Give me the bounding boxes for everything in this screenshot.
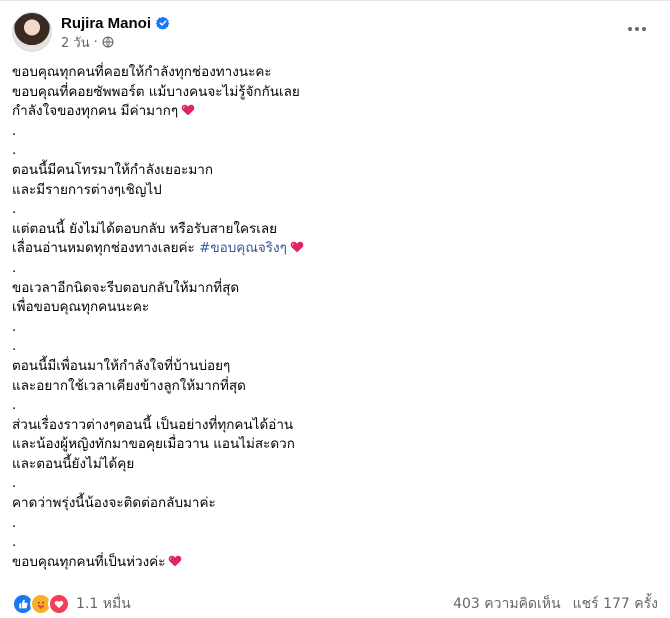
separator-dot: · [93,34,98,50]
post-timestamp[interactable]: 2 วัน [61,32,90,53]
more-dot-icon [642,27,646,31]
post-body-line: . [12,337,652,357]
post-body-text: . [12,122,17,139]
post-body-text: และตอนนี้ยังไม่ได้คุย [12,455,135,472]
post-body-text: . [12,397,17,414]
post-body-text: ส่วนเรื่องราวต่างๆตอนนี้ เป็นอย่างที่ทุก… [12,416,294,433]
more-dot-icon [635,27,639,31]
post-sub-row: 2 วัน · [61,33,170,51]
post-body-text: ตอนนี้มีคนโทรมาให้กำลังเยอะมาก [12,161,214,178]
share-count-link[interactable]: แชร์ 177 ครั้ง [573,593,658,615]
post-body-line: . [12,141,652,161]
post-body-text: ขอเวลาอีกนิดจะรีบตอบกลับให้มากที่สุด [12,279,240,296]
post-body-line: และตอนนี้ยังไม่ได้คุย [12,455,652,475]
post-body-line: . [12,318,652,338]
heart-emoji-icon [168,554,182,567]
post-body-text: ตอนนี้มีเพื่อนมาให้กำลังใจที่บ้านบ่อยๆ [12,357,231,374]
post-body-line: . [12,200,652,220]
post-body-line: . [12,474,652,494]
post-header: Rujira Manoi 2 วัน · [12,11,170,53]
post-body: ขอบคุณทุกคนที่คอยให้กำลังทุกช่องทางนะคะข… [12,63,652,572]
post-body-text: และอยากใช้เวลาเคียงข้างลูกให้มากที่สุด [12,377,246,394]
post-body-line: ขอบคุณทุกคนที่เป็นห่วงค่ะ [12,553,652,573]
post-body-line: . [12,259,652,279]
post-body-text: และมีรายการต่างๆเชิญไป [12,181,162,198]
post-footer: 1.1 หมื่น 403 ความคิดเห็น แชร์ 177 ครั้ง [12,593,658,615]
post-body-line: เลื่อนอ่านหมดทุกช่องทางเลยค่ะ #ขอบคุณจริ… [12,239,652,259]
post-body-line: เพื่อขอบคุณทุกคนนะคะ [12,298,652,318]
post-body-text: . [12,318,17,335]
post-body-line: ขอบคุณทุกคนที่คอยให้กำลังทุกช่องทางนะคะ [12,63,652,83]
post-body-line: . [12,514,652,534]
post-card: Rujira Manoi 2 วัน · ขอบคุณทุกคนที่คอยให… [0,0,670,618]
post-body-text: เลื่อนอ่านหมดทุกช่องทางเลยค่ะ [12,240,195,257]
globe-icon[interactable] [102,36,114,48]
post-body-line: . [12,122,652,142]
post-body-line: ส่วนเรื่องราวต่างๆตอนนี้ เป็นอย่างที่ทุก… [12,416,652,436]
heart-emoji-icon [290,240,304,253]
post-body-line: . [12,396,652,416]
post-body-text: กำลังใจของทุกคน มีค่ามากๆ [12,103,179,120]
verified-badge-icon [156,16,170,30]
post-body-text: . [12,201,17,218]
engagement-counts: 403 ความคิดเห็น แชร์ 177 ครั้ง [453,593,658,615]
hashtag-link[interactable]: #ขอบคุณจริงๆ [199,240,287,256]
love-reaction-icon [48,593,70,615]
reaction-count: 1.1 หมื่น [76,596,131,612]
post-body-text: . [12,514,17,531]
post-body-line: ขอเวลาอีกนิดจะรีบตอบกลับให้มากที่สุด [12,279,652,299]
heart-emoji-icon [181,103,195,116]
post-body-line: ตอนนี้มีคนโทรมาให้กำลังเยอะมาก [12,161,652,181]
post-body-text: . [12,142,17,159]
post-body-line: ตอนนี้มีเพื่อนมาให้กำลังใจที่บ้านบ่อยๆ [12,357,652,377]
post-body-text: . [12,338,17,355]
post-body-text: และน้องผู้หญิงทักมาขอคุยเมื่อวาน แอนไม่ส… [12,436,295,453]
post-body-text: . [12,534,17,551]
post-body-line: กำลังใจของทุกคน มีค่ามากๆ [12,102,652,122]
post-body-text: ขอบคุณทุกคนที่เป็นห่วงค่ะ [12,553,166,570]
more-dot-icon [628,27,632,31]
post-body-text: แต่ตอนนี้ ยังไม่ได้ตอบกลับ หรือรับสายใคร… [12,220,278,237]
post-body-text: . [12,259,17,276]
post-body-line: . [12,533,652,553]
post-body-line: และอยากใช้เวลาเคียงข้างลูกให้มากที่สุด [12,377,652,397]
post-body-text: เพื่อขอบคุณทุกคนนะคะ [12,299,150,316]
post-body-line: และมีรายการต่างๆเชิญไป [12,181,652,201]
more-options-button[interactable] [624,19,650,39]
post-body-text: คาดว่าพรุ่งนี้น้องจะติดต่อกลับมาค่ะ [12,495,216,512]
reactions-summary[interactable]: 1.1 หมื่น [12,593,131,615]
reaction-icons [12,593,70,615]
post-body-line: และน้องผู้หญิงทักมาขอคุยเมื่อวาน แอนไม่ส… [12,435,652,455]
author-meta: Rujira Manoi 2 วัน · [61,13,170,51]
post-body-line: แต่ตอนนี้ ยังไม่ได้ตอบกลับ หรือรับสายใคร… [12,220,652,240]
post-body-line: คาดว่าพรุ่งนี้น้องจะติดต่อกลับมาค่ะ [12,494,652,514]
post-body-text: ขอบคุณที่คอยซัพพอร์ต แม้บางคนจะไม่รู้จัก… [12,83,300,100]
post-body-text: . [12,475,17,492]
author-avatar[interactable] [12,12,52,52]
author-name[interactable]: Rujira Manoi [61,15,151,32]
post-body-line: ขอบคุณที่คอยซัพพอร์ต แม้บางคนจะไม่รู้จัก… [12,83,652,103]
post-body-text: ขอบคุณทุกคนที่คอยให้กำลังทุกช่องทางนะคะ [12,64,272,80]
author-name-row: Rujira Manoi [61,13,170,33]
comment-count-link[interactable]: 403 ความคิดเห็น [453,593,561,615]
